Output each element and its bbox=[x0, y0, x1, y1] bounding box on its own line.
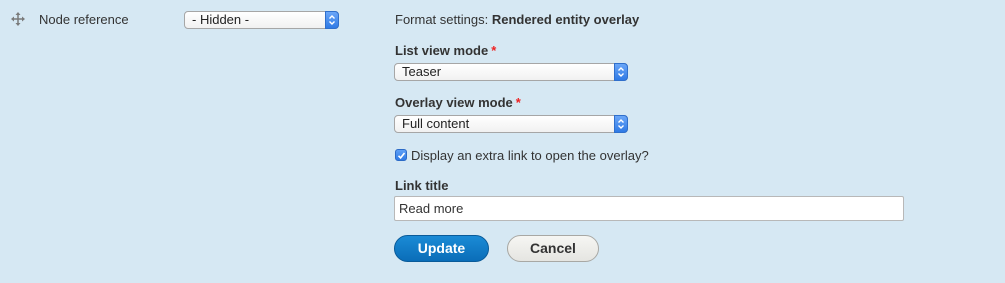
overlay-view-mode-label-text: Overlay view mode bbox=[395, 95, 513, 110]
checkmark-icon bbox=[397, 152, 406, 160]
label-display-select[interactable]: - Hidden - bbox=[184, 11, 339, 29]
list-view-mode-select[interactable]: Teaser bbox=[394, 63, 628, 81]
required-marker: * bbox=[515, 95, 521, 110]
list-view-mode-label-text: List view mode bbox=[395, 43, 489, 58]
overlay-view-mode-select[interactable]: Full content bbox=[394, 115, 628, 133]
drag-handle-icon[interactable] bbox=[11, 12, 25, 26]
updown-chevron-icon bbox=[614, 115, 628, 133]
list-view-mode-label: List view mode * bbox=[395, 43, 496, 58]
label-display-select-value: - Hidden - bbox=[192, 12, 250, 27]
format-settings-title: Format settings: Rendered entity overlay bbox=[395, 12, 639, 27]
cancel-button[interactable]: Cancel bbox=[507, 235, 599, 262]
field-label-node-reference: Node reference bbox=[39, 12, 129, 27]
formatter-name: Rendered entity overlay bbox=[491, 12, 640, 27]
link-title-label: Link title bbox=[395, 178, 449, 193]
update-button[interactable]: Update bbox=[394, 235, 489, 262]
format-settings-prefix: Format settings: bbox=[395, 12, 489, 27]
updown-chevron-icon bbox=[325, 11, 339, 29]
required-marker: * bbox=[491, 43, 497, 58]
extra-link-checkbox-label[interactable]: Display an extra link to open the overla… bbox=[411, 148, 649, 163]
list-view-mode-select-value: Teaser bbox=[402, 64, 442, 79]
updown-chevron-icon bbox=[614, 63, 628, 81]
overlay-view-mode-select-value: Full content bbox=[402, 116, 470, 131]
extra-link-checkbox[interactable] bbox=[395, 149, 407, 161]
overlay-view-mode-label: Overlay view mode * bbox=[395, 95, 521, 110]
link-title-input[interactable] bbox=[394, 196, 904, 221]
